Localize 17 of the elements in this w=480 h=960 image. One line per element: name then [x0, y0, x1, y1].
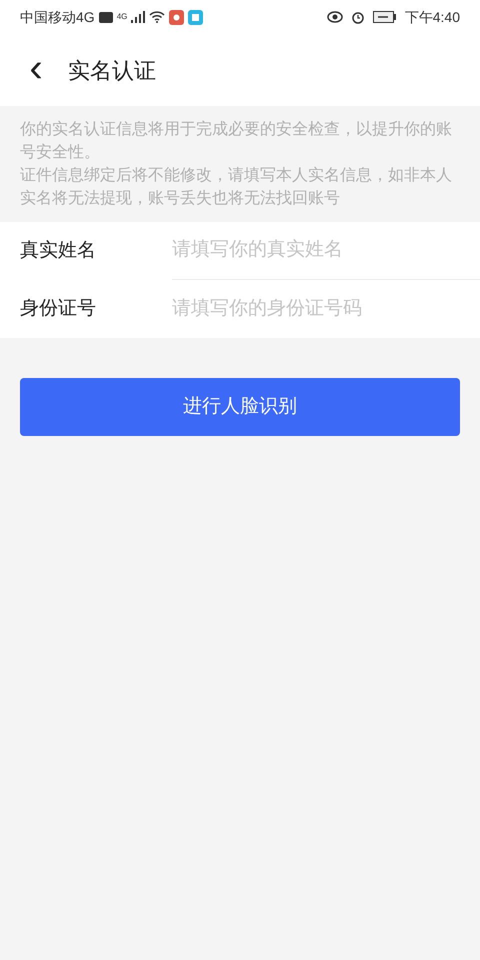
field-label: 真实姓名	[0, 222, 172, 280]
notice-text: 证件信息绑定后将不能修改，请填写本人实名信息，如非本人实名将无法提现，账号丢失也将无法找回账号	[20, 166, 453, 209]
wifi-icon	[149, 11, 166, 23]
face-recognition-button[interactable]: 进行人脸识别	[20, 378, 460, 436]
input-field[interactable]: 请填写你的身份证号码	[172, 280, 480, 338]
back-button[interactable]: ‹	[20, 48, 52, 92]
notice-text: 你的实名认证信息将用于完成必要的安全检查，以提升你的账号安全性。	[20, 120, 453, 163]
alarm-icon	[350, 10, 365, 24]
input-field[interactable]: 请填写你的真实姓名	[172, 222, 480, 280]
eye-icon	[326, 11, 343, 23]
clock-text: 下午4:40	[404, 8, 460, 26]
battery-icon	[372, 11, 397, 23]
network-text: 4G	[116, 10, 128, 22]
field-label: 身份证号	[0, 280, 172, 338]
carrier-text: 中国移动4G	[20, 8, 95, 26]
page-title: 实名认证	[68, 56, 156, 84]
signal-icon	[131, 11, 146, 23]
